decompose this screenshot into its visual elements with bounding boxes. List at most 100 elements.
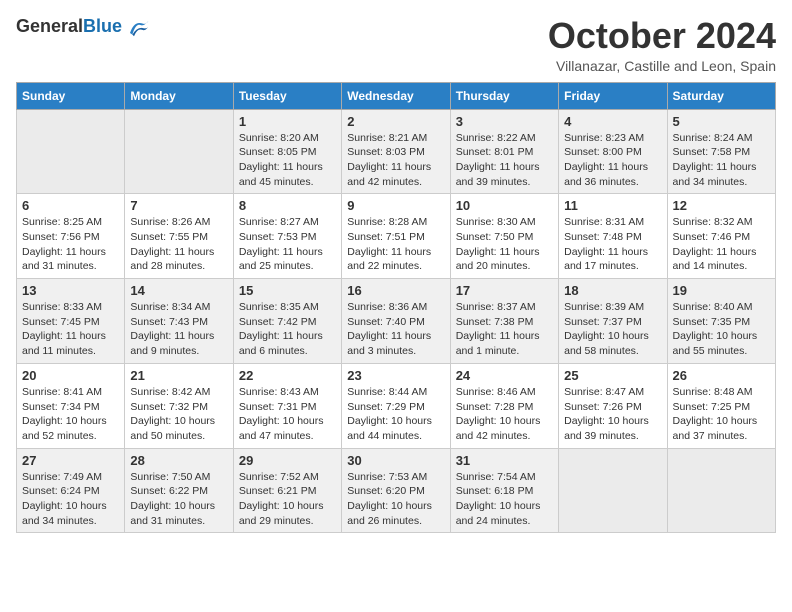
calendar-cell: 28 Sunrise: 7:50 AMSunset: 6:22 PMDayligh…: [125, 448, 233, 533]
page-header: GeneralBlue October 2024 Villanazar, Cas…: [16, 16, 776, 74]
calendar-cell: 10Sunrise: 8:30 AMSunset: 7:50 PMDayligh…: [450, 194, 558, 279]
calendar-cell: [125, 109, 233, 194]
calendar-cell: 5 Sunrise: 8:24 AMSunset: 7:58 PMDaylight…: [667, 109, 775, 194]
calendar-cell: 7 Sunrise: 8:26 AMSunset: 7:55 PMDaylight…: [125, 194, 233, 279]
day-number: 21: [130, 368, 227, 383]
day-number: 19: [673, 283, 770, 298]
logo: GeneralBlue: [16, 16, 150, 37]
day-number: 7: [130, 198, 227, 213]
calendar-cell: [559, 448, 667, 533]
calendar-cell: 15Sunrise: 8:35 AMSunset: 7:42 PMDayligh…: [233, 279, 341, 364]
calendar-cell: 9 Sunrise: 8:28 AMSunset: 7:51 PMDaylight…: [342, 194, 450, 279]
cell-content: Sunrise: 7:50 AMSunset: 6:22 PMDaylight:…: [130, 470, 227, 529]
cell-content: Sunrise: 7:49 AMSunset: 6:24 PMDaylight:…: [22, 470, 119, 529]
col-header-sunday: Sunday: [17, 82, 125, 109]
cell-content: Sunrise: 8:21 AMSunset: 8:03 PMDaylight:…: [347, 131, 444, 190]
title-area: October 2024 Villanazar, Castille and Le…: [548, 16, 776, 74]
day-number: 11: [564, 198, 661, 213]
cell-content: Sunrise: 8:27 AMSunset: 7:53 PMDaylight:…: [239, 215, 336, 274]
day-number: 12: [673, 198, 770, 213]
cell-content: Sunrise: 8:34 AMSunset: 7:43 PMDaylight:…: [130, 300, 227, 359]
calendar-week-row: 6 Sunrise: 8:25 AMSunset: 7:56 PMDaylight…: [17, 194, 776, 279]
calendar-cell: [17, 109, 125, 194]
cell-content: Sunrise: 8:33 AMSunset: 7:45 PMDaylight:…: [22, 300, 119, 359]
calendar-cell: 23Sunrise: 8:44 AMSunset: 7:29 PMDayligh…: [342, 363, 450, 448]
day-number: 13: [22, 283, 119, 298]
day-number: 22: [239, 368, 336, 383]
day-number: 30: [347, 453, 444, 468]
logo-general: General: [16, 16, 83, 36]
cell-content: Sunrise: 8:47 AMSunset: 7:26 PMDaylight:…: [564, 385, 661, 444]
day-number: 3: [456, 114, 553, 129]
day-number: 26: [673, 368, 770, 383]
cell-content: Sunrise: 8:40 AMSunset: 7:35 PMDaylight:…: [673, 300, 770, 359]
cell-content: Sunrise: 8:30 AMSunset: 7:50 PMDaylight:…: [456, 215, 553, 274]
cell-content: Sunrise: 8:35 AMSunset: 7:42 PMDaylight:…: [239, 300, 336, 359]
cell-content: Sunrise: 8:20 AMSunset: 8:05 PMDaylight:…: [239, 131, 336, 190]
cell-content: Sunrise: 8:28 AMSunset: 7:51 PMDaylight:…: [347, 215, 444, 274]
calendar-cell: 14 Sunrise: 8:34 AMSunset: 7:43 PMDayligh…: [125, 279, 233, 364]
col-header-saturday: Saturday: [667, 82, 775, 109]
calendar-cell: 16Sunrise: 8:36 AMSunset: 7:40 PMDayligh…: [342, 279, 450, 364]
location-title: Villanazar, Castille and Leon, Spain: [548, 58, 776, 74]
cell-content: Sunrise: 8:25 AMSunset: 7:56 PMDaylight:…: [22, 215, 119, 274]
cell-content: Sunrise: 7:52 AMSunset: 6:21 PMDaylight:…: [239, 470, 336, 529]
cell-content: Sunrise: 8:43 AMSunset: 7:31 PMDaylight:…: [239, 385, 336, 444]
day-number: 29: [239, 453, 336, 468]
day-number: 6: [22, 198, 119, 213]
calendar-week-row: 27Sunrise: 7:49 AMSunset: 6:24 PMDayligh…: [17, 448, 776, 533]
day-number: 8: [239, 198, 336, 213]
cell-content: Sunrise: 8:41 AMSunset: 7:34 PMDaylight:…: [22, 385, 119, 444]
calendar-cell: 18 Sunrise: 8:39 AMSunset: 7:37 PMDayligh…: [559, 279, 667, 364]
calendar-cell: 20Sunrise: 8:41 AMSunset: 7:34 PMDayligh…: [17, 363, 125, 448]
calendar-cell: 19 Sunrise: 8:40 AMSunset: 7:35 PMDayligh…: [667, 279, 775, 364]
calendar-header-row: SundayMondayTuesdayWednesdayThursdayFrid…: [17, 82, 776, 109]
day-number: 14: [130, 283, 227, 298]
calendar-cell: 2 Sunrise: 8:21 AMSunset: 8:03 PMDaylight…: [342, 109, 450, 194]
calendar-table: SundayMondayTuesdayWednesdayThursdayFrid…: [16, 82, 776, 534]
calendar-cell: 22 Sunrise: 8:43 AMSunset: 7:31 PMDayligh…: [233, 363, 341, 448]
col-header-monday: Monday: [125, 82, 233, 109]
calendar-cell: 8 Sunrise: 8:27 AMSunset: 7:53 PMDaylight…: [233, 194, 341, 279]
day-number: 4: [564, 114, 661, 129]
day-number: 1: [239, 114, 336, 129]
day-number: 2: [347, 114, 444, 129]
cell-content: Sunrise: 8:39 AMSunset: 7:37 PMDaylight:…: [564, 300, 661, 359]
cell-content: Sunrise: 8:36 AMSunset: 7:40 PMDaylight:…: [347, 300, 444, 359]
day-number: 18: [564, 283, 661, 298]
calendar-week-row: 20Sunrise: 8:41 AMSunset: 7:34 PMDayligh…: [17, 363, 776, 448]
calendar-cell: 11Sunrise: 8:31 AMSunset: 7:48 PMDayligh…: [559, 194, 667, 279]
col-header-thursday: Thursday: [450, 82, 558, 109]
cell-content: Sunrise: 8:46 AMSunset: 7:28 PMDaylight:…: [456, 385, 553, 444]
calendar-cell: 26 Sunrise: 8:48 AMSunset: 7:25 PMDayligh…: [667, 363, 775, 448]
calendar-cell: 31Sunrise: 7:54 AMSunset: 6:18 PMDayligh…: [450, 448, 558, 533]
col-header-tuesday: Tuesday: [233, 82, 341, 109]
calendar-cell: 1 Sunrise: 8:20 AMSunset: 8:05 PMDaylight…: [233, 109, 341, 194]
calendar-cell: 25Sunrise: 8:47 AMSunset: 7:26 PMDayligh…: [559, 363, 667, 448]
calendar-cell: 12Sunrise: 8:32 AMSunset: 7:46 PMDayligh…: [667, 194, 775, 279]
col-header-wednesday: Wednesday: [342, 82, 450, 109]
cell-content: Sunrise: 7:53 AMSunset: 6:20 PMDaylight:…: [347, 470, 444, 529]
calendar-cell: 30 Sunrise: 7:53 AMSunset: 6:20 PMDayligh…: [342, 448, 450, 533]
cell-content: Sunrise: 8:42 AMSunset: 7:32 PMDaylight:…: [130, 385, 227, 444]
cell-content: Sunrise: 8:48 AMSunset: 7:25 PMDaylight:…: [673, 385, 770, 444]
cell-content: Sunrise: 8:23 AMSunset: 8:00 PMDaylight:…: [564, 131, 661, 190]
logo-bird-icon: [126, 17, 150, 37]
day-number: 9: [347, 198, 444, 213]
day-number: 17: [456, 283, 553, 298]
cell-content: Sunrise: 8:24 AMSunset: 7:58 PMDaylight:…: [673, 131, 770, 190]
day-number: 5: [673, 114, 770, 129]
calendar-cell: 3Sunrise: 8:22 AMSunset: 8:01 PMDaylight…: [450, 109, 558, 194]
day-number: 28: [130, 453, 227, 468]
calendar-cell: 29 Sunrise: 7:52 AMSunset: 6:21 PMDayligh…: [233, 448, 341, 533]
col-header-friday: Friday: [559, 82, 667, 109]
calendar-cell: 24 Sunrise: 8:46 AMSunset: 7:28 PMDayligh…: [450, 363, 558, 448]
day-number: 31: [456, 453, 553, 468]
calendar-week-row: 1 Sunrise: 8:20 AMSunset: 8:05 PMDaylight…: [17, 109, 776, 194]
calendar-cell: [667, 448, 775, 533]
calendar-cell: 21 Sunrise: 8:42 AMSunset: 7:32 PMDayligh…: [125, 363, 233, 448]
calendar-cell: 17Sunrise: 8:37 AMSunset: 7:38 PMDayligh…: [450, 279, 558, 364]
logo-blue: Blue: [83, 16, 122, 36]
cell-content: Sunrise: 8:26 AMSunset: 7:55 PMDaylight:…: [130, 215, 227, 274]
day-number: 24: [456, 368, 553, 383]
